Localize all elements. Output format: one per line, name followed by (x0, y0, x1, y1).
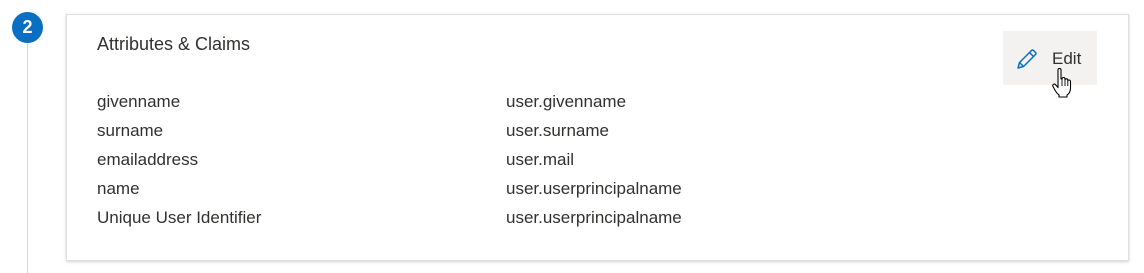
claim-name: surname (97, 121, 164, 140)
claim-value: user.userprincipalname (506, 208, 682, 227)
edit-button[interactable]: Edit (1003, 31, 1097, 85)
step-number-badge: 2 (12, 12, 43, 43)
claim-row: Unique User Identifier user.userprincipa… (97, 208, 897, 237)
claim-row: name user.userprincipalname (97, 179, 897, 208)
claims-list: givenname user.givenname surname user.su… (97, 92, 897, 237)
card-title: Attributes & Claims (97, 34, 251, 54)
claim-row: surname user.surname (97, 121, 897, 150)
step-connector-line (27, 40, 28, 273)
claim-row: givenname user.givenname (97, 92, 897, 121)
claim-name: emailaddress (97, 150, 199, 169)
claim-value: user.surname (506, 121, 609, 140)
edit-button-label: Edit (1052, 49, 1082, 68)
claim-row: emailaddress user.mail (97, 150, 897, 179)
claim-value: user.mail (506, 150, 575, 169)
claim-value: user.givenname (506, 92, 627, 111)
claim-value: user.userprincipalname (506, 179, 682, 198)
hand-pointer-icon (1052, 67, 1072, 98)
claim-name: name (97, 179, 140, 198)
attributes-claims-card: Attributes & Claims Edit givenname user.… (66, 14, 1129, 261)
claim-name: Unique User Identifier (97, 208, 262, 227)
pencil-icon (1015, 47, 1039, 71)
claim-name: givenname (97, 92, 181, 111)
